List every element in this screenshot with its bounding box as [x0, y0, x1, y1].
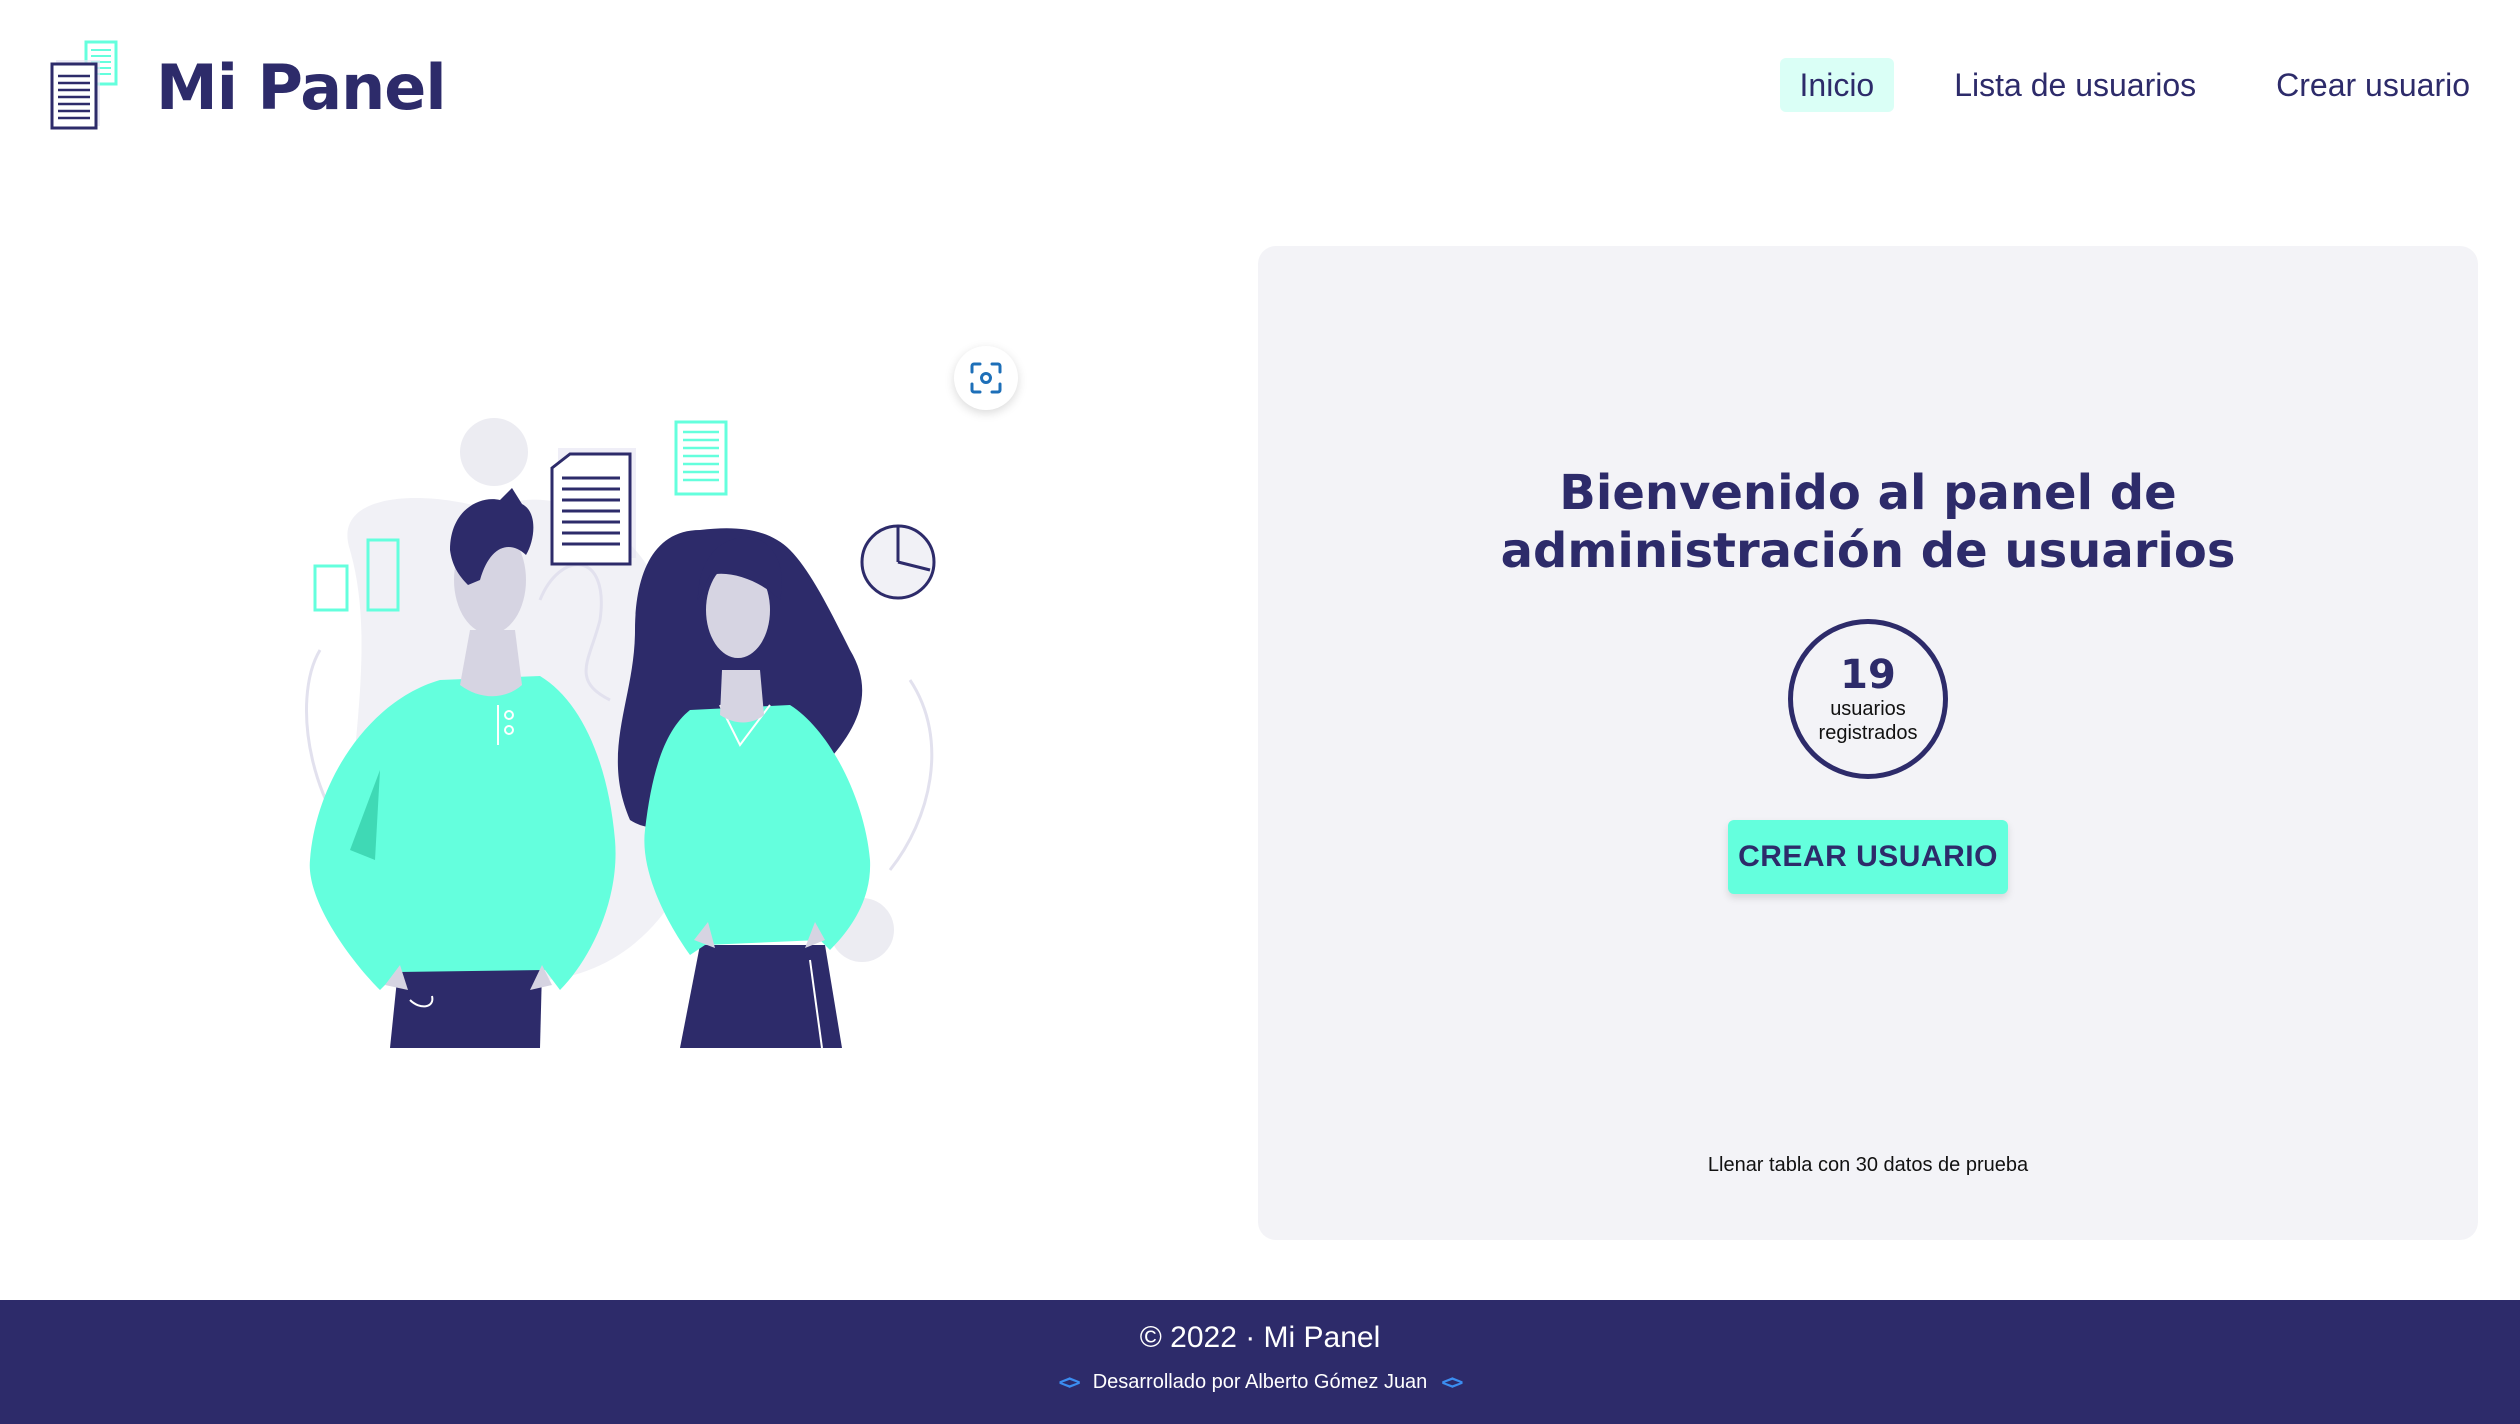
scan-button[interactable]: [954, 346, 1018, 410]
documents-logo-icon: [50, 40, 118, 130]
header: Mi Panel Inicio Lista de usuarios Crear …: [0, 0, 2520, 175]
footer-copyright: © 2022 · Mi Panel: [1139, 1321, 1381, 1354]
people-with-documents-illustration: [305, 418, 936, 1049]
user-count-value: 19: [1840, 652, 1896, 698]
code-icon: <>: [1441, 1370, 1463, 1394]
welcome-title: Bienvenido al panel de administración de…: [1258, 464, 2478, 580]
nav-item-lista-usuarios[interactable]: Lista de usuarios: [1934, 58, 2216, 112]
footer-credits-text[interactable]: Desarrollado por Alberto Gómez Juan: [1093, 1368, 1428, 1396]
footer-credits: <> Desarrollado por Alberto Gómez Juan <…: [0, 1368, 2520, 1396]
code-icon: <>: [1058, 1370, 1081, 1394]
main-nav: Inicio Lista de usuarios Crear usuario: [1779, 58, 2490, 112]
welcome-title-line2: administración de usuarios: [1500, 523, 2236, 579]
footer: © 2022 · Mi Panel <> Desarrollado por Al…: [0, 1300, 2520, 1424]
user-count-badge: 19 usuarios registrados: [1788, 619, 1948, 779]
nav-item-inicio[interactable]: Inicio: [1779, 58, 1895, 112]
user-count-label-line1: usuarios: [1830, 698, 1906, 720]
scan-icon: [970, 362, 1002, 394]
welcome-card: Bienvenido al panel de administración de…: [1258, 246, 2478, 1240]
create-user-button[interactable]: CREAR USUARIO: [1728, 820, 2008, 894]
brand-title: Mi Panel: [156, 51, 447, 124]
fill-test-data-link[interactable]: Llenar tabla con 30 datos de prueba: [1258, 1154, 2478, 1177]
user-count-label-line2: registrados: [1818, 722, 1918, 744]
nav-item-crear-usuario[interactable]: Crear usuario: [2256, 58, 2490, 112]
welcome-title-line1: Bienvenido al panel de: [1559, 465, 2177, 521]
brand[interactable]: Mi Panel: [44, 38, 447, 134]
